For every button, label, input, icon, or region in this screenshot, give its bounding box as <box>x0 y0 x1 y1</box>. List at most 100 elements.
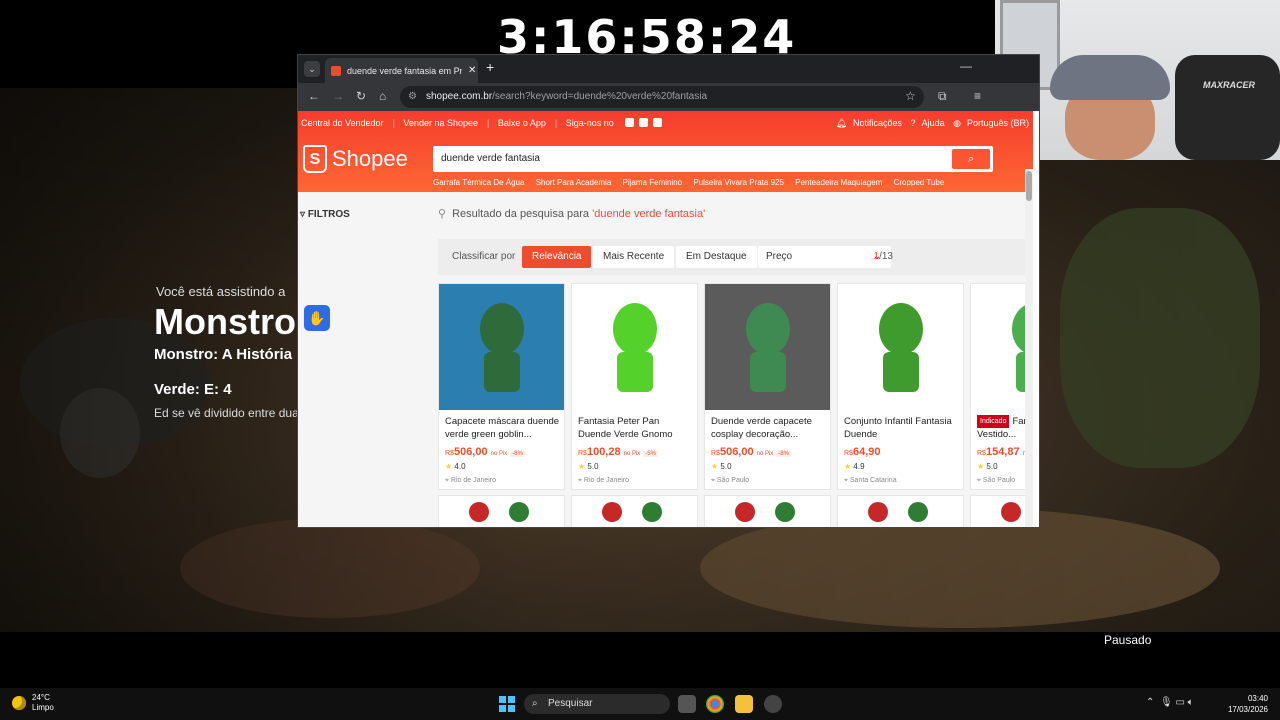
accessibility-hand-icon[interactable]: ✋ <box>304 305 330 331</box>
product-name[interactable]: Capacete máscara duende verde green gobl… <box>445 415 560 441</box>
sort-label: Classificar por <box>452 251 516 262</box>
whatsapp-icon[interactable] <box>639 118 649 127</box>
sell-link[interactable]: Vender na Shopee <box>403 118 478 128</box>
product-rating: ★ 5.0 <box>711 462 732 471</box>
mini-pager: 1/13 <box>874 251 893 262</box>
product-card[interactable]: Conjunto Infantil Fantasia Duende R$64,90… <box>837 283 964 490</box>
suggestion-link[interactable]: Garrafa Térmica De Água <box>433 178 524 187</box>
product-card[interactable] <box>970 495 1033 527</box>
sort-relevance-button[interactable]: Relevância <box>522 246 592 268</box>
notifications-link[interactable]: Notificações <box>853 118 902 128</box>
new-tab-button[interactable]: + <box>486 59 494 75</box>
location-value: São Paulo <box>716 477 750 484</box>
product-grid: Capacete máscara duende verde green gobl… <box>438 283 1033 527</box>
sort-featured-button[interactable]: Em Destaque <box>676 246 757 268</box>
product-image[interactable] <box>838 284 963 410</box>
instagram-icon[interactable] <box>625 118 635 127</box>
location-value: Santa Catarina <box>849 477 897 484</box>
suggestion-link[interactable]: Penteadeira Maquiagem <box>795 178 882 187</box>
microphone-icon[interactable]: 🎙︎ <box>1160 697 1173 708</box>
rating-value: 5.0 <box>720 462 732 471</box>
volume-icon[interactable]: 🔈︎ <box>1188 697 1194 708</box>
network-icon[interactable]: ▭ <box>1175 697 1184 708</box>
product-image[interactable] <box>572 284 697 410</box>
forward-icon[interactable]: → <box>332 89 344 103</box>
product-image[interactable] <box>439 284 564 410</box>
filter-icon: ▿ <box>300 209 308 220</box>
product-location: ⌖ Rio de Janeiro <box>445 477 496 485</box>
suggestion-link[interactable]: Short Para Academia <box>536 178 612 187</box>
clock-time: 03:40 <box>1247 694 1268 703</box>
shopee-logo[interactable]: S Shopee <box>303 145 408 173</box>
url-domain: shopee.com.br <box>426 91 493 102</box>
app-icon[interactable] <box>764 695 782 713</box>
extensions-icon[interactable]: ⧉ <box>938 89 947 104</box>
shopee-page: Central do Vendedor | Vender na Shopee | B… <box>298 111 1033 527</box>
product-name[interactable]: Fantasia Peter Pan Duende Verde Gnomo Ad… <box>578 415 693 441</box>
sort-bar: Classificar por Relevância Mais Recente … <box>438 239 1033 275</box>
product-image[interactable] <box>705 284 830 410</box>
download-app-link[interactable]: Baixe o App <box>498 118 546 128</box>
lightbulb-icon: ⚲ <box>438 208 447 220</box>
search-icon: ⌕ <box>532 698 538 709</box>
taskbar-search[interactable]: ⌕ Pesquisar <box>524 694 670 714</box>
tab-search-button[interactable]: ⌄ <box>304 61 320 77</box>
chevron-up-icon[interactable]: ⌃ <box>1146 697 1154 708</box>
search-button[interactable]: ⌕ <box>952 149 990 169</box>
price-sort-select[interactable]: Preço ⌄ <box>758 246 891 268</box>
product-card[interactable] <box>438 495 565 527</box>
product-card[interactable] <box>837 495 964 527</box>
tiktok-icon[interactable] <box>653 118 663 127</box>
tab-shopee[interactable]: duende verde fantasia em Prom ✕ <box>325 58 478 83</box>
close-tab-icon[interactable]: ✕ <box>468 65 476 76</box>
location-value: Rio de Janeiro <box>450 477 497 484</box>
file-explorer-icon[interactable] <box>735 695 753 713</box>
browser-window: ⌄ duende verde fantasia em Prom ✕ + — ← … <box>297 54 1040 528</box>
search-input[interactable]: duende verde fantasia ⌕ <box>433 146 993 172</box>
product-location: ⌖ Santa Catarina <box>844 477 897 485</box>
clock[interactable]: 03:40 17/03/2026 <box>1223 693 1268 715</box>
product-image[interactable] <box>971 284 1033 410</box>
result-keyword: 'duende verde fantasia' <box>592 208 706 220</box>
windows-start-icon[interactable] <box>499 696 515 712</box>
product-name[interactable]: Duende verde capacete cosplay decoração.… <box>711 415 826 441</box>
product-title: Duende verde capacete cosplay decoração.… <box>711 416 812 440</box>
product-card[interactable]: IndicadoFantasia Feminina Vestido...R$15… <box>970 283 1033 490</box>
product-card[interactable] <box>571 495 698 527</box>
reload-icon[interactable]: ↻ <box>356 89 366 103</box>
show-subtitle: Monstro: A História <box>154 346 293 363</box>
chrome-icon[interactable] <box>706 695 724 713</box>
sort-recent-button[interactable]: Mais Recente <box>593 246 675 268</box>
back-icon[interactable]: ← <box>308 89 320 103</box>
minimize-button[interactable]: — <box>960 59 972 73</box>
seller-center-link[interactable]: Central do Vendedor <box>301 118 384 128</box>
episode-label: Verde: E: 4 <box>154 381 232 398</box>
product-card[interactable] <box>704 495 831 527</box>
currency: R$ <box>445 450 454 457</box>
home-icon[interactable]: ⌂ <box>379 89 386 103</box>
page-total: /13 <box>879 251 893 262</box>
product-card[interactable]: Capacete máscara duende verde green gobl… <box>438 283 565 490</box>
address-bar[interactable]: ⚙ shopee.com.br/search?keyword=duende%20… <box>400 86 924 108</box>
product-card[interactable]: Duende verde capacete cosplay decoração.… <box>704 283 831 490</box>
vertical-scrollbar[interactable] <box>1025 169 1033 527</box>
pix-label: no Pix <box>623 451 641 457</box>
suggestion-link[interactable]: Cropped Tube <box>894 178 945 187</box>
suggestion-link[interactable]: Pijama Feminino <box>623 178 683 187</box>
suggestion-link[interactable]: Pulseira Vivara Prata 925 <box>693 178 784 187</box>
product-illustration <box>613 303 657 392</box>
filters-header[interactable]: ▿ FILTROS <box>300 209 350 220</box>
site-info-icon[interactable]: ⚙ <box>408 86 417 108</box>
top-nav: Central do Vendedor | Vender na Shopee | B… <box>301 118 667 128</box>
language-selector[interactable]: Português (BR) <box>967 118 1029 128</box>
media-controls-icon[interactable]: ≡ <box>974 89 981 103</box>
search-suggestions: Garrafa Térmica De Água Short Para Acade… <box>433 178 953 187</box>
product-name[interactable]: Conjunto Infantil Fantasia Duende <box>844 415 959 441</box>
product-price: R$64,90 <box>844 446 880 458</box>
product-card[interactable]: Fantasia Peter Pan Duende Verde Gnomo Ad… <box>571 283 698 490</box>
task-view-icon[interactable] <box>678 695 696 713</box>
help-link[interactable]: Ajuda <box>922 118 945 128</box>
currency: R$ <box>578 450 587 457</box>
bookmark-star-icon[interactable]: ☆ <box>905 89 916 103</box>
weather-widget[interactable]: 24°C Limpo <box>12 693 54 713</box>
